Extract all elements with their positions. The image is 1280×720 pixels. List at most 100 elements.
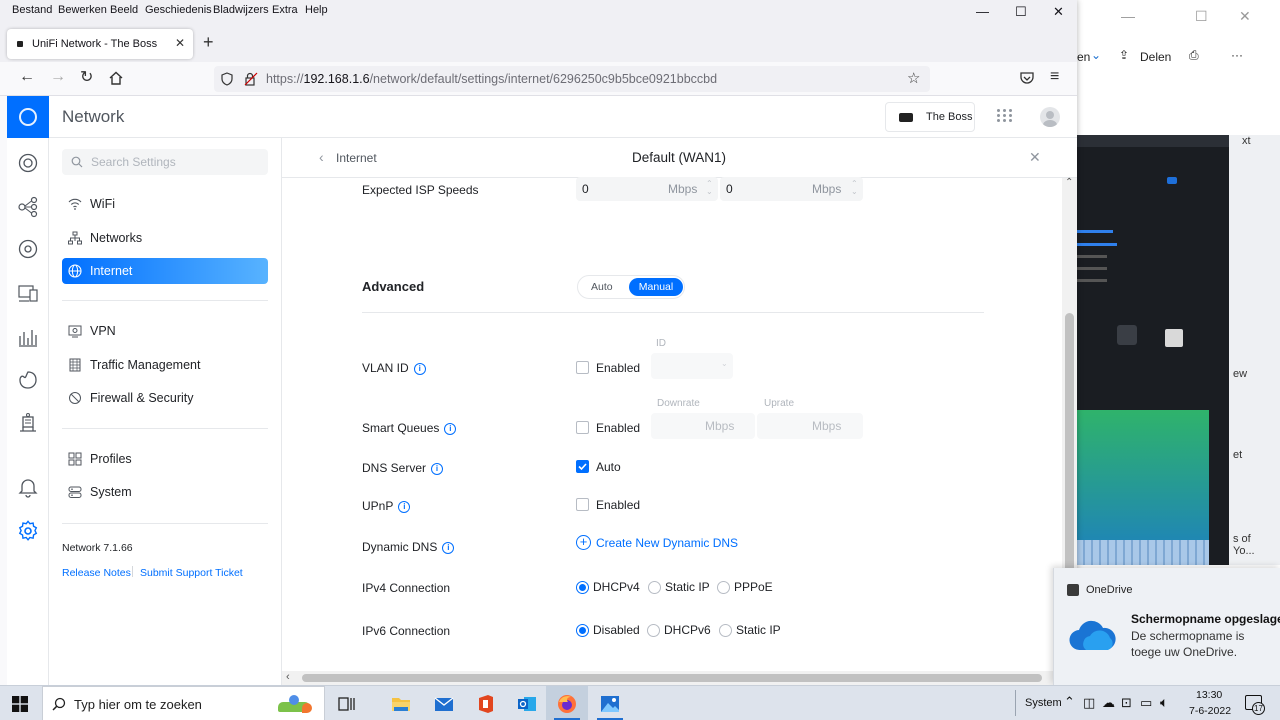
dns-auto-checkbox[interactable] [576,460,589,473]
ipv6-dhcpv6-radio[interactable] [647,624,660,637]
sidebar-item-networks[interactable]: Networks [62,225,268,251]
clock-time[interactable]: 13:30 [1196,689,1222,701]
back-icon[interactable]: ← [19,68,35,86]
onedrive-notification[interactable]: OneDrive Schermopname opgeslage De scher… [1053,568,1280,685]
vlan-id-field[interactable]: ⌄ [651,353,733,379]
isp-upload-field[interactable]: 0 Mbps ⌃ ⌄ [720,177,863,201]
photos-taskbar-button[interactable] [589,686,631,720]
home-icon[interactable] [109,71,123,85]
info-icon[interactable]: i [398,500,411,513]
bookmark-star-icon[interactable]: ☆ [907,69,920,87]
minimize-icon[interactable]: — [1121,8,1135,24]
unifi-logo[interactable] [7,96,49,138]
hamburger-menu-icon[interactable]: ≡ [1050,68,1059,86]
apps-grid-icon[interactable] [997,109,1013,125]
system-tray-label[interactable]: System [1025,697,1062,709]
office-icon[interactable] [475,693,497,715]
browser-tab[interactable]: UniFi Network - The Boss ✕ [7,29,193,59]
add-circle-icon[interactable]: + [576,535,591,550]
ipv4-static-radio[interactable] [648,581,661,594]
statistics-icon[interactable] [17,326,39,348]
info-icon[interactable]: i [413,362,426,375]
clients-icon[interactable] [17,282,39,304]
mode-toggle[interactable]: Auto Manual [577,275,685,299]
onedrive-tray-icon[interactable]: ☁ [1102,695,1115,711]
battery-icon[interactable]: ▭ [1140,695,1152,711]
volume-icon[interactable]: 🔈︎ [1160,694,1168,711]
menu-item[interactable]: Geschiedenis [145,4,212,16]
ipv6-disabled-radio[interactable] [576,624,589,637]
stepper-icon[interactable]: ⌃ ⌄ [706,180,713,196]
info-icon[interactable]: i [444,422,457,435]
url-bar[interactable]: https://192.168.1.6/network/default/sett… [214,66,930,92]
new-tab-icon[interactable]: + [203,32,214,53]
forward-icon[interactable]: → [50,68,66,86]
support-ticket-link[interactable]: Submit Support Ticket [140,567,243,579]
windows-start-icon[interactable] [12,696,28,712]
firefox-taskbar-button[interactable] [546,686,588,720]
reload-icon[interactable]: ↻ [80,67,93,87]
sidebar-item-firewall-security[interactable]: Firewall & Security [62,385,268,411]
meet-now-icon[interactable]: ◫ [1083,695,1095,711]
sidebar-item-system[interactable]: System [62,479,268,505]
file-explorer-icon[interactable] [390,693,412,715]
menu-item[interactable]: Bestand [12,4,52,16]
back-chevron-icon[interactable]: ‹ [319,149,324,165]
close-icon[interactable]: ✕ [1029,149,1041,166]
lock-warning-icon[interactable] [244,72,258,86]
menu-item[interactable]: Beeld [110,4,138,16]
search-highlight-icon[interactable] [275,692,315,716]
isp-download-field[interactable]: 0 Mbps ⌃ ⌄ [576,177,718,201]
topology-icon[interactable] [17,196,39,218]
back-link[interactable]: Internet [336,151,377,165]
mode-manual-option[interactable]: Manual [629,278,683,296]
sidebar-item-wifi[interactable]: WiFi [62,191,268,217]
console-selector[interactable]: The Boss [885,102,975,132]
maximize-icon[interactable]: ☐ [1195,8,1208,25]
horizontal-scrollbar[interactable]: ‹ [282,671,1062,685]
close-tab-icon[interactable]: ✕ [175,36,185,50]
upnp-checkbox[interactable] [576,498,589,511]
menu-item[interactable]: Extra [272,4,298,16]
info-icon[interactable]: i [431,462,444,475]
uprate-field[interactable]: Mbps [757,413,863,439]
close-icon[interactable]: ✕ [1239,8,1251,25]
settings-gear-icon[interactable] [17,520,39,542]
dashboard-icon[interactable] [17,152,39,174]
maximize-icon[interactable]: ☐ [1015,4,1027,20]
insights-icon[interactable] [17,369,39,391]
avatar[interactable] [1040,107,1060,127]
create-dynamic-dns-button[interactable]: Create New Dynamic DNS [596,536,738,550]
notification-center-icon[interactable]: 17 [1245,695,1265,715]
ipv4-dhcpv4-radio[interactable] [576,581,589,594]
ipv6-static-radio[interactable] [719,624,732,637]
share-button[interactable]: Delen [1140,50,1171,64]
protect-icon[interactable] [17,412,39,434]
scrollbar-thumb[interactable] [302,674,1042,682]
menu-item[interactable]: Bewerken [58,4,107,16]
devices-icon[interactable] [17,238,39,260]
downrate-field[interactable]: Mbps [651,413,755,439]
more-icon[interactable]: ··· [1231,48,1243,62]
menu-item[interactable]: Bladwijzers [213,4,269,16]
ipv4-pppoe-radio[interactable] [717,581,730,594]
vlan-enabled-checkbox[interactable] [576,361,589,374]
pocket-icon[interactable] [1020,72,1034,85]
sidebar-item-profiles[interactable]: Profiles [62,446,268,472]
outlook-icon[interactable] [516,693,538,715]
stepper-icon[interactable]: ⌃ ⌄ [851,180,858,196]
minimize-icon[interactable]: — [976,4,989,19]
scroll-up-icon[interactable]: ⌃ [1065,177,1073,188]
clock-date[interactable]: 7-6-2022 [1189,705,1231,717]
taskbar-search-input[interactable]: Typ hier om te zoeken [42,686,325,720]
stepper-icon[interactable]: ⌄ [721,359,728,368]
smart-queues-checkbox[interactable] [576,421,589,434]
tray-chevron-up-icon[interactable]: ⌃ [1064,694,1075,710]
bell-icon[interactable] [17,476,39,498]
shield-icon[interactable] [221,72,233,86]
print-icon[interactable]: ⎙ [1189,48,1199,63]
share-icon[interactable]: ⇪ [1119,48,1129,62]
release-notes-link[interactable]: Release Notes [62,567,131,579]
task-view-icon[interactable] [335,693,357,715]
info-icon[interactable]: i [442,541,455,554]
